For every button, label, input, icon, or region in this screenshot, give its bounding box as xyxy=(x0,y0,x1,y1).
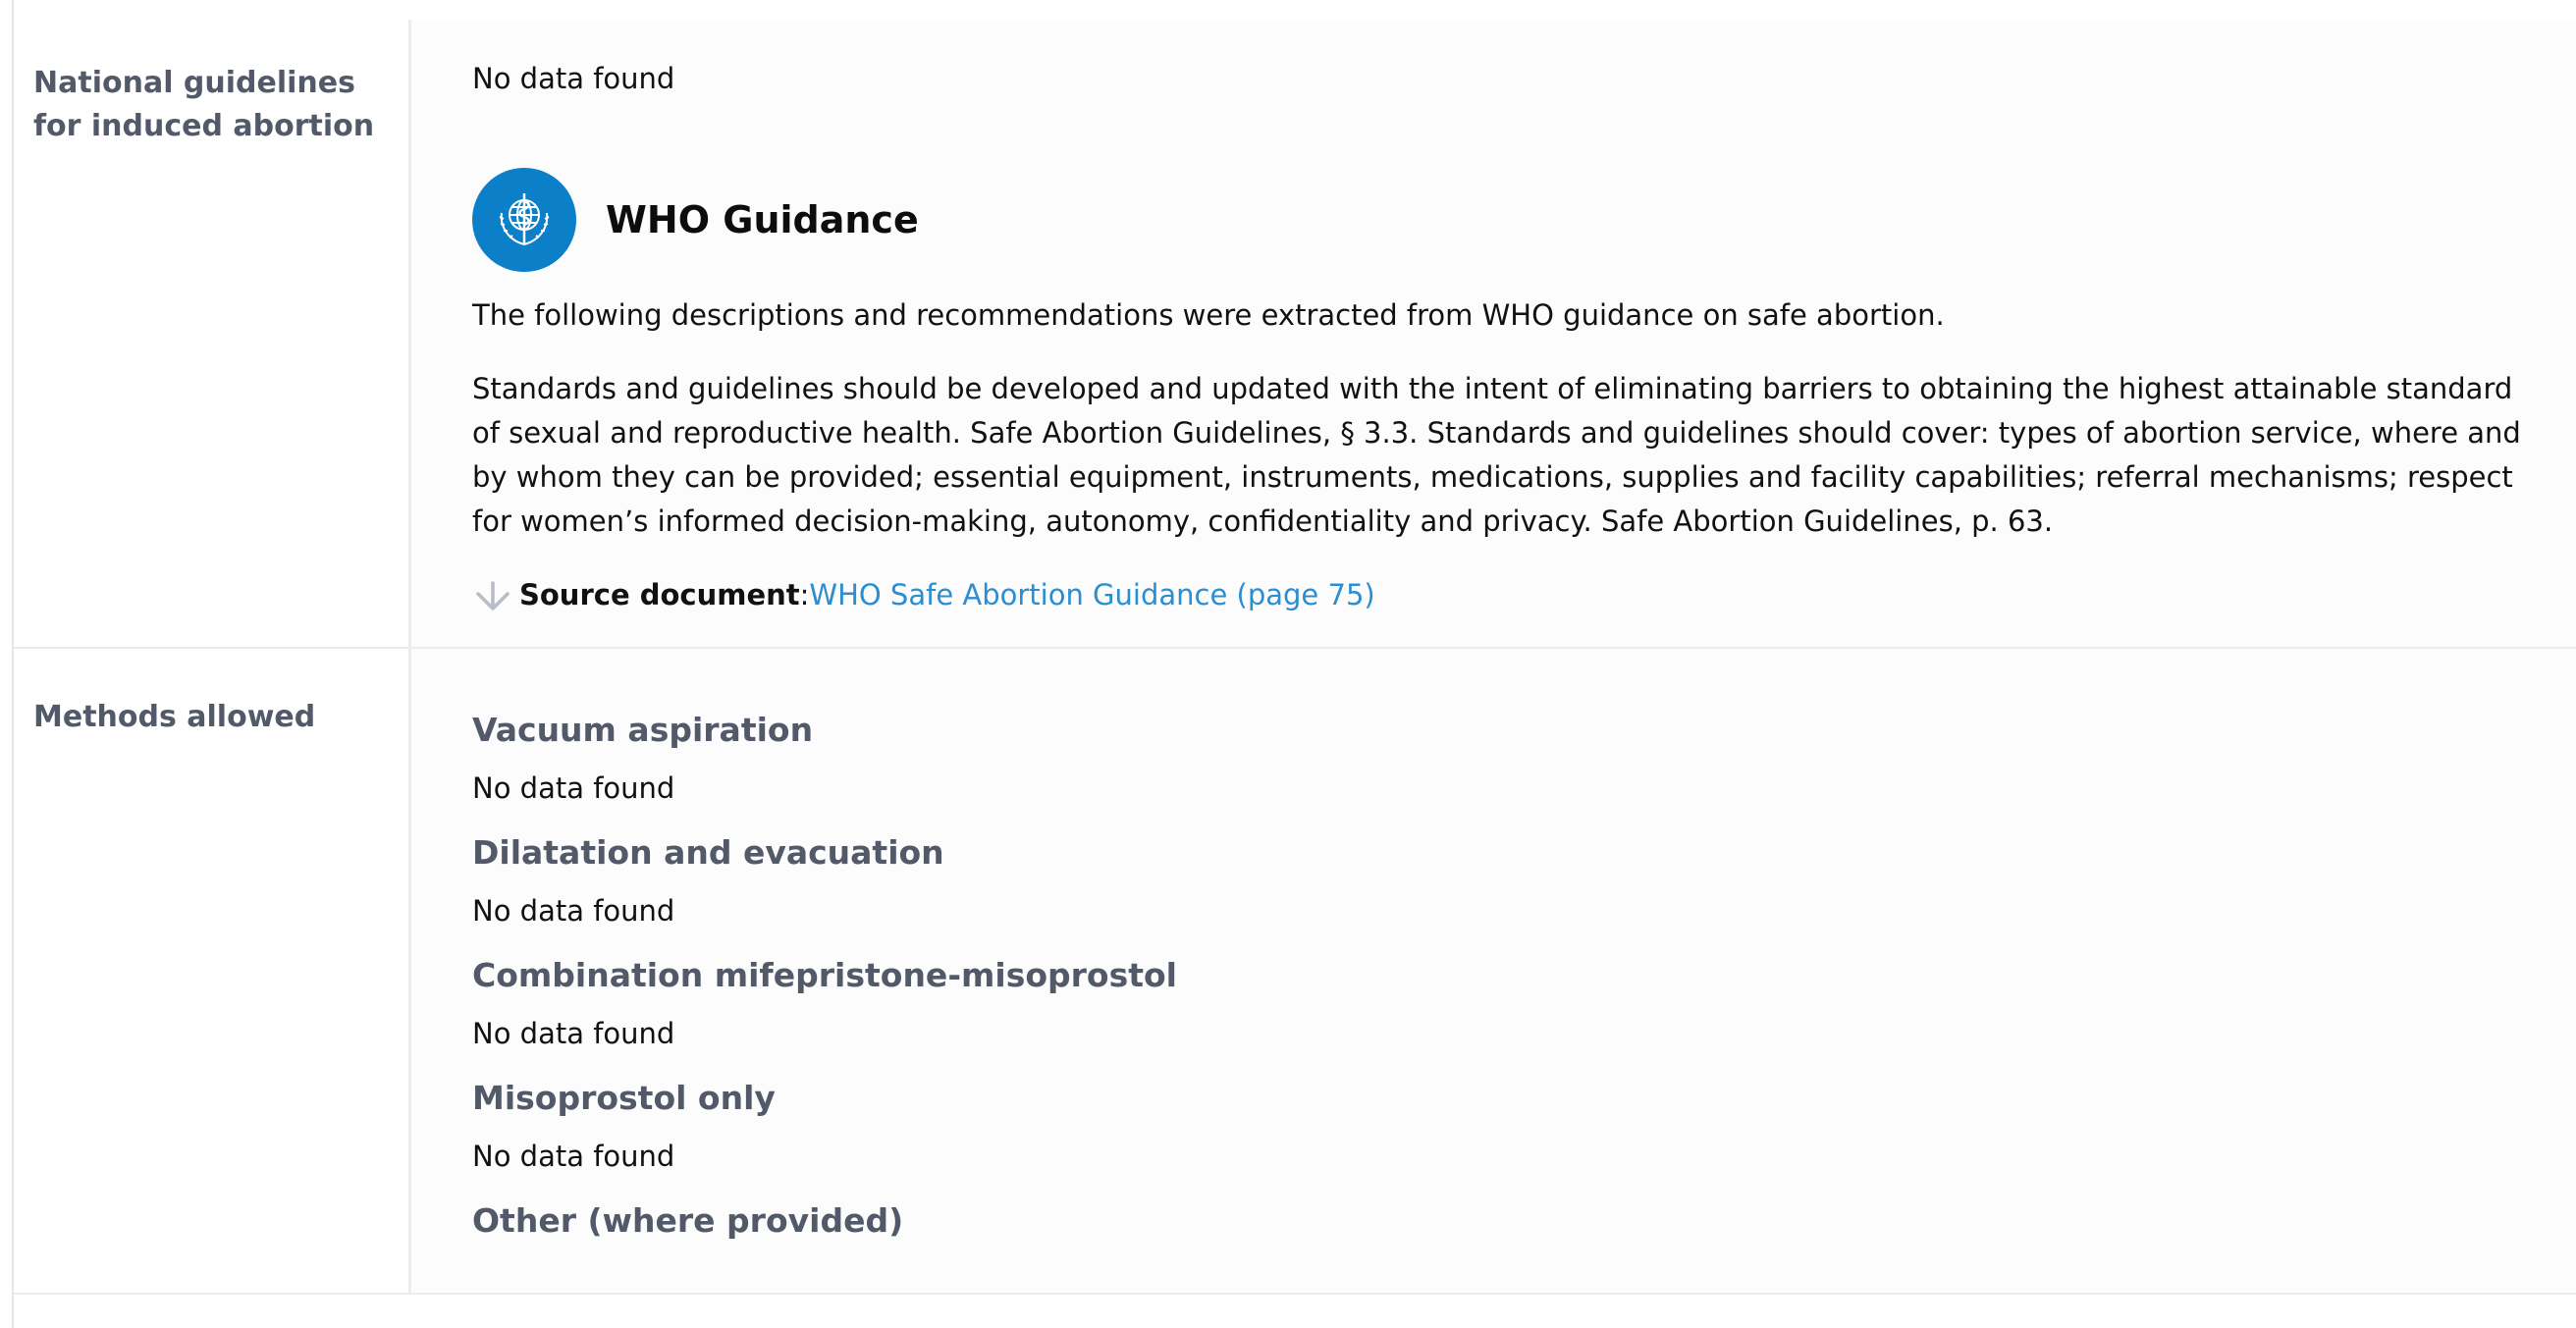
source-document: Source document: WHO Safe Abortion Guida… xyxy=(472,573,2549,617)
who-emblem-icon xyxy=(472,168,576,272)
method-item: Dilatation and evacuation No data found xyxy=(472,830,2549,933)
method-item: Combination mifepristone-misoprostol No … xyxy=(472,953,2549,1056)
method-value: No data found xyxy=(472,771,675,805)
source-document-link[interactable]: WHO Safe Abortion Guidance (page 75) xyxy=(809,573,1374,617)
guidelines-no-data: No data found xyxy=(472,62,675,95)
source-separator: : xyxy=(799,578,810,611)
who-guidance-intro: The following descriptions and recommend… xyxy=(472,298,1945,332)
guidelines-content: No data found WHO Guidance The following… xyxy=(411,20,2576,647)
arrow-down-icon xyxy=(472,578,513,613)
who-guidance-body: Standards and guidelines should be devel… xyxy=(472,372,2521,538)
methods-label: Methods allowed xyxy=(14,649,411,1293)
method-item: Other (where provided) xyxy=(472,1198,2549,1244)
who-guidance-title: WHO Guidance xyxy=(606,197,919,241)
method-title: Vacuum aspiration xyxy=(472,711,814,749)
source-document-label: Source document xyxy=(519,578,800,611)
method-title: Other (where provided) xyxy=(472,1201,904,1240)
method-item: Misoprostol only No data found xyxy=(472,1076,2549,1179)
indicator-table: National guidelines for induced abortion… xyxy=(12,0,2576,1328)
method-value: No data found xyxy=(472,1140,675,1173)
method-item: Vacuum aspiration No data found xyxy=(472,708,2549,811)
method-value: No data found xyxy=(472,1017,675,1050)
methods-row: Methods allowed Vacuum aspiration No dat… xyxy=(14,649,2576,1295)
who-guidance-header: WHO Guidance xyxy=(472,168,2549,272)
method-title: Combination mifepristone-misoprostol xyxy=(472,956,1177,994)
method-title: Misoprostol only xyxy=(472,1079,776,1117)
method-value: No data found xyxy=(472,894,675,928)
guidelines-row: National guidelines for induced abortion… xyxy=(14,0,2576,649)
guidelines-label: National guidelines for induced abortion xyxy=(14,20,411,647)
method-title: Dilatation and evacuation xyxy=(472,833,944,872)
methods-content: Vacuum aspiration No data found Dilatati… xyxy=(411,649,2576,1293)
